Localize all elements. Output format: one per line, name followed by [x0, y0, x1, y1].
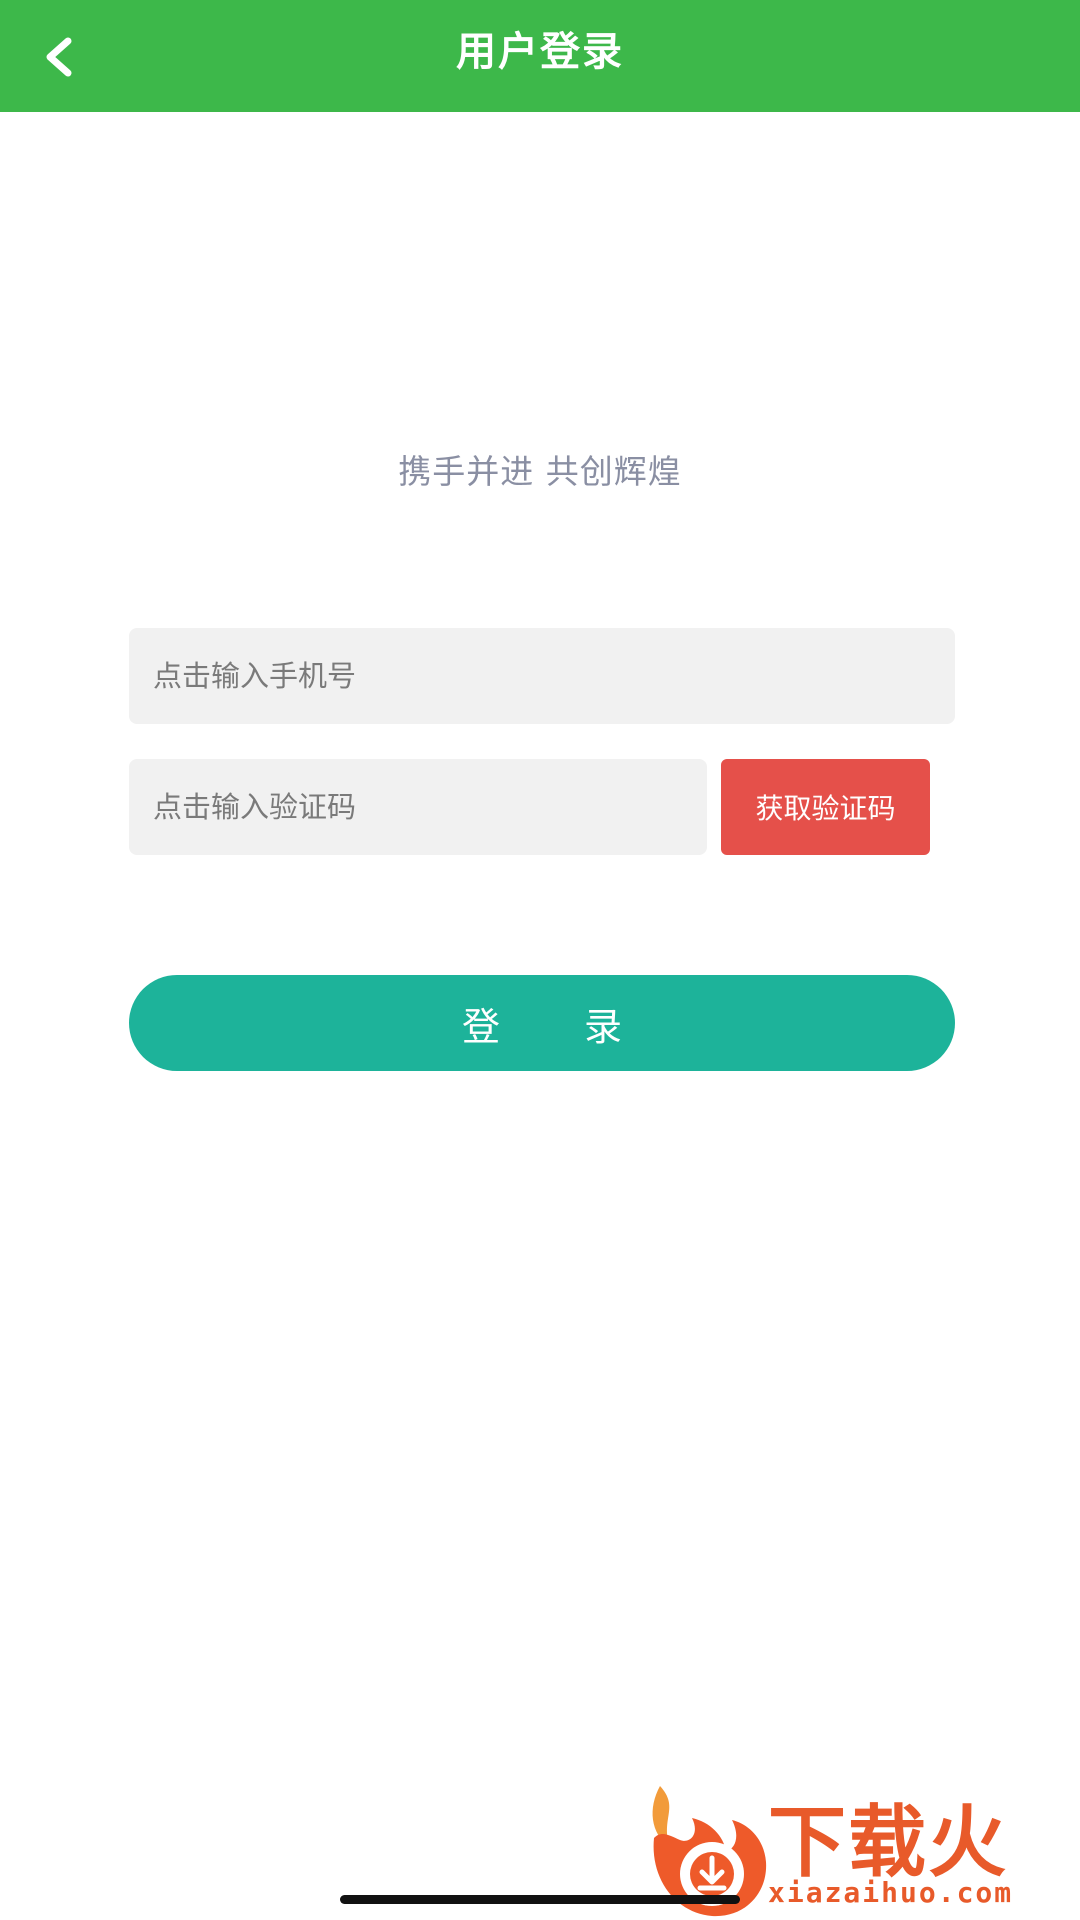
home-indicator: [340, 1895, 740, 1904]
watermark-domain: xiazaihuo.com: [768, 1876, 1014, 1909]
app-header: 用户登录: [0, 0, 1080, 112]
login-button-label: 登 录: [461, 1004, 659, 1049]
phone-input[interactable]: [129, 628, 955, 724]
login-button[interactable]: 登 录: [129, 975, 955, 1071]
page-title: 用户登录: [456, 29, 624, 75]
slogan-text: 携手并进 共创辉煌: [398, 452, 682, 491]
verification-code-input[interactable]: [129, 759, 707, 855]
get-code-button[interactable]: 获取验证码: [721, 759, 930, 855]
